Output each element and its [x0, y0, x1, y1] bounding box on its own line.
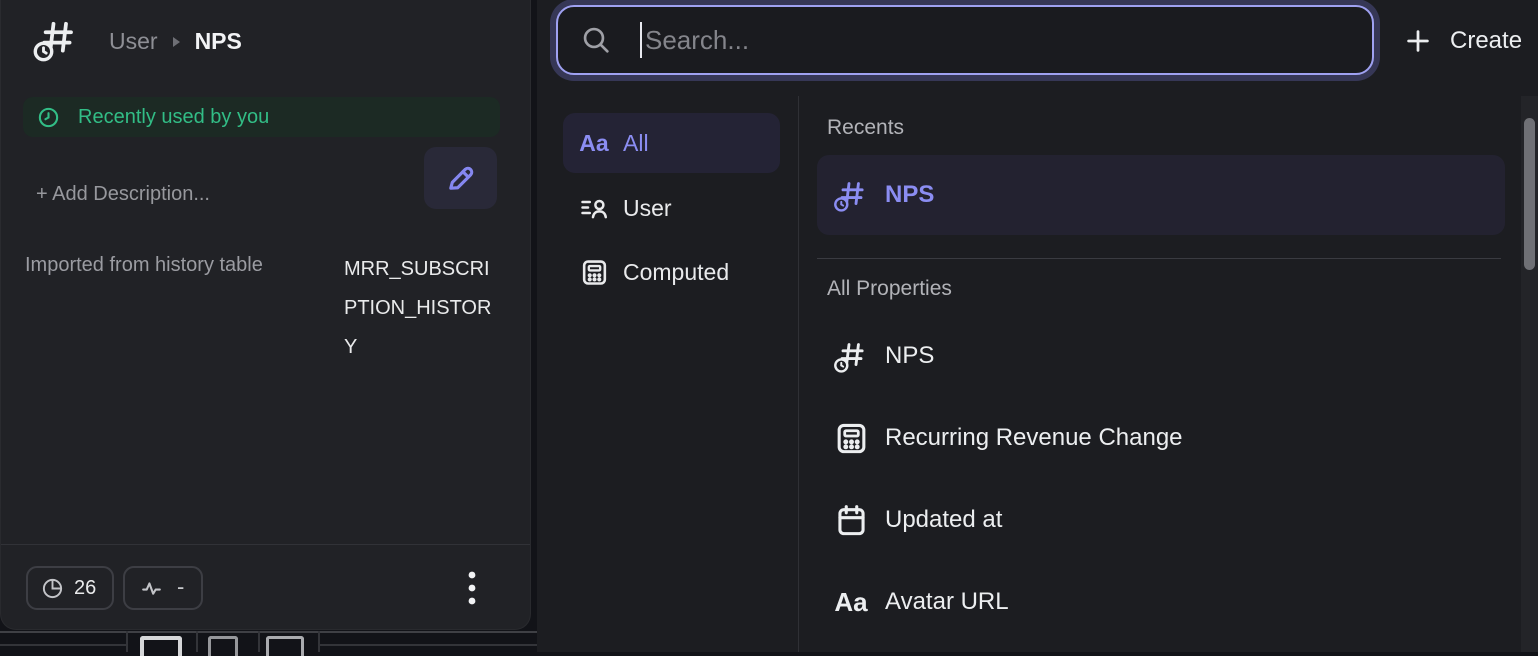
property-item-nps[interactable]: NPS	[817, 315, 1505, 397]
numeric-history-icon	[31, 14, 81, 64]
table-cell-image	[140, 636, 182, 656]
breadcrumb-chevron-icon	[171, 35, 182, 49]
search-icon	[580, 24, 612, 56]
add-description-button[interactable]: + Add Description...	[36, 183, 210, 206]
calculator-icon	[577, 257, 611, 288]
search-input[interactable]: Search...	[556, 5, 1374, 75]
kebab-menu-icon	[459, 568, 485, 608]
recently-used-label: Recently used by you	[78, 106, 269, 129]
filter-tab-all[interactable]: Aa All	[563, 113, 780, 173]
scrollbar-thumb[interactable]	[1524, 118, 1535, 270]
property-item-recurring-revenue-change[interactable]: Recurring Revenue Change	[817, 397, 1505, 479]
table-cell-image	[266, 636, 304, 656]
recent-item-label: NPS	[885, 181, 934, 209]
recently-used-badge: Recently used by you	[23, 97, 500, 137]
property-item-label: Recurring Revenue Change	[885, 424, 1183, 452]
create-button[interactable]: Create	[1403, 18, 1522, 64]
import-source-label: Imported from history table	[25, 254, 263, 277]
clock-icon	[37, 106, 60, 129]
calendar-icon	[831, 502, 871, 539]
property-item-label: Avatar URL	[885, 588, 1009, 616]
table-cell-image	[208, 636, 238, 656]
activity-pulse-icon	[139, 576, 164, 601]
search-placeholder: Search...	[645, 25, 749, 56]
background-table-sliver	[0, 628, 537, 652]
trend-button[interactable]: -	[123, 566, 203, 610]
more-options-button[interactable]	[450, 566, 494, 610]
breadcrumb-current: NPS	[195, 28, 242, 55]
import-source-value: MRR_SUBSCRIPTION_HISTORY	[344, 250, 498, 367]
property-search-overlay: Search... Create Aa All User	[537, 0, 1538, 652]
property-item-updated-at[interactable]: Updated at	[817, 479, 1505, 561]
pie-chart-icon	[41, 577, 64, 600]
table-gridline	[126, 631, 128, 652]
recents-heading: Recents	[827, 116, 904, 140]
filter-tab-computed[interactable]: Computed	[563, 249, 780, 295]
filter-results-divider	[798, 96, 799, 652]
chart-count-value: 26	[74, 577, 96, 600]
pencil-icon	[443, 160, 479, 196]
filter-tab-label: All	[623, 130, 649, 157]
text-cursor	[640, 22, 642, 58]
text-format-icon: Aa	[831, 587, 871, 618]
recent-item-nps[interactable]: NPS	[817, 155, 1505, 235]
table-gridline	[0, 631, 537, 633]
property-item-label: Updated at	[885, 506, 1002, 534]
table-gridline	[0, 644, 126, 646]
edit-description-button[interactable]	[424, 147, 497, 209]
table-gridline	[318, 644, 537, 646]
trend-value: -	[177, 574, 184, 600]
breadcrumb: User NPS	[109, 28, 242, 55]
create-button-label: Create	[1450, 27, 1522, 55]
filter-tab-label: User	[623, 195, 672, 222]
table-gridline	[258, 631, 260, 652]
filter-tab-user[interactable]: User	[563, 185, 780, 231]
text-format-icon: Aa	[577, 130, 611, 157]
all-properties-heading: All Properties	[827, 277, 952, 301]
plus-icon	[1403, 26, 1433, 56]
property-item-avatar-url[interactable]: Aa Avatar URL	[817, 561, 1505, 643]
table-gridline	[196, 631, 198, 652]
breadcrumb-parent[interactable]: User	[109, 28, 158, 55]
property-details-popover: User NPS Recently used by you + Add Desc…	[0, 0, 531, 630]
table-gridline	[318, 631, 320, 652]
calculator-icon	[831, 420, 871, 457]
numeric-history-icon	[831, 175, 871, 215]
filter-tab-label: Computed	[623, 259, 729, 286]
chart-count-button[interactable]: 26	[26, 566, 114, 610]
popover-footer: 26 -	[1, 544, 530, 629]
property-item-label: NPS	[885, 342, 934, 370]
section-divider	[817, 258, 1501, 259]
user-list-icon	[577, 193, 611, 223]
numeric-history-icon	[831, 336, 871, 376]
